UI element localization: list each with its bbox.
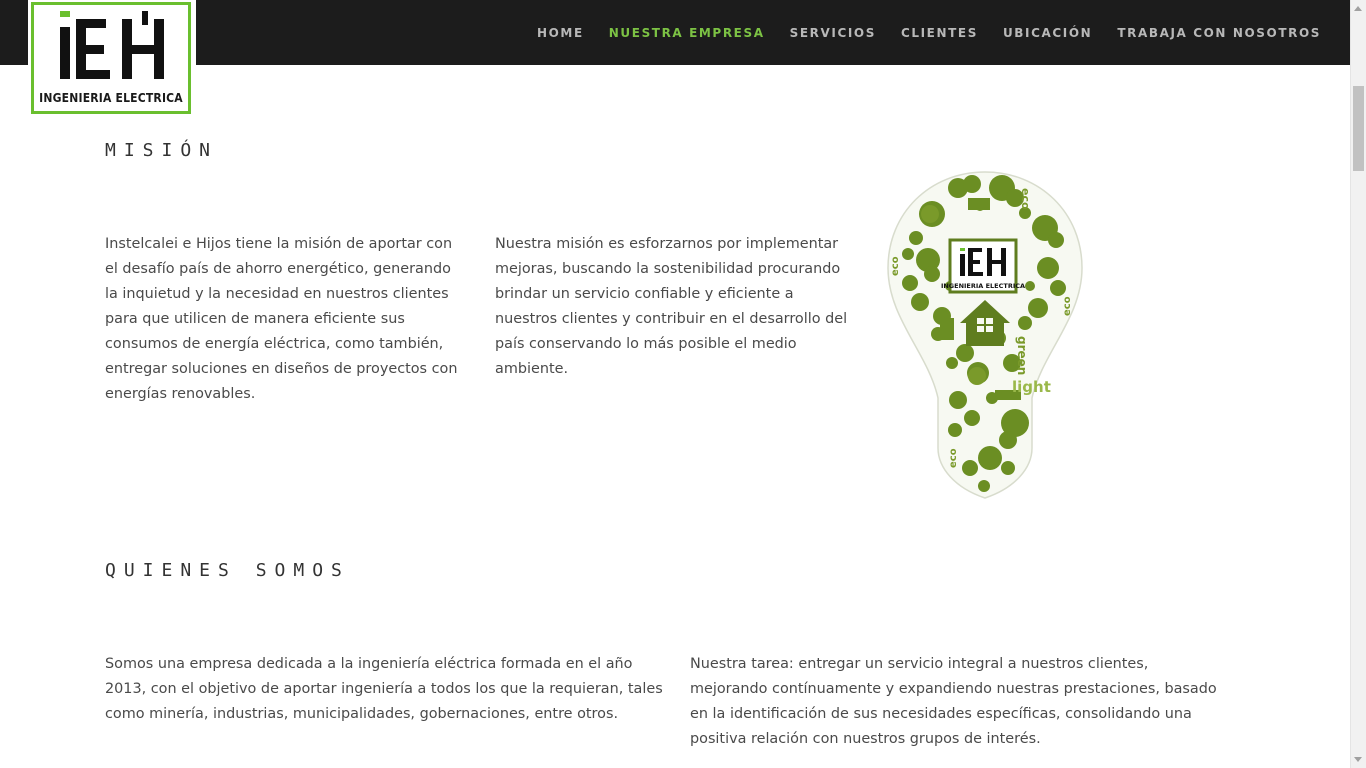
scroll-up-arrow-icon[interactable] [1354,6,1362,11]
logo-mark-icon [60,11,164,79]
scroll-down-arrow-icon[interactable] [1354,757,1362,762]
logo-subtitle: INGENIERIA ELECTRICA [39,91,183,105]
quienes-somos-title: QUIENES SOMOS [105,560,350,581]
nav-servicios[interactable]: SERVICIOS [790,26,876,40]
page-scrollbar[interactable] [1350,0,1366,768]
bulb-word-green: green [1015,336,1029,375]
site-logo[interactable]: INGENIERIA ELECTRICA [28,0,196,118]
mision-title: MISIÓN [105,140,219,161]
nav-clientes[interactable]: CLIENTES [901,26,978,40]
quienes-paragraph-1: Somos una empresa dedicada a la ingenier… [105,656,663,722]
bulb-word-eco-4: eco [948,448,959,468]
nav-nuestra-empresa[interactable]: NUESTRA EMPRESA [609,26,765,40]
nav-home[interactable]: HOME [537,26,584,40]
main-nav: HOME NUESTRA EMPRESA SERVICIOS CLIENTES … [512,0,1321,65]
eco-lightbulb-illustration: INGENIERIA ELECTRICA eco eco eco eco gre… [887,171,1083,499]
quienes-paragraph-2: Nuestra tarea: entregar un servicio inte… [690,656,1217,747]
bulb-word-eco-2: eco [890,256,901,276]
bulb-logo-subtitle: INGENIERIA ELECTRICA [941,282,1025,290]
bulb-word-eco-3: eco [1062,296,1073,316]
scrollbar-thumb[interactable] [1353,86,1364,171]
header-bar: HOME NUESTRA EMPRESA SERVICIOS CLIENTES … [0,0,1350,65]
nav-ubicacion[interactable]: UBICACIÓN [1003,26,1092,40]
bulb-word-light: light [1012,378,1051,396]
page: HOME NUESTRA EMPRESA SERVICIOS CLIENTES … [0,0,1366,768]
mision-paragraph-1: Instelcalei e Hijos tiene la misión de a… [105,236,458,402]
logo-frame: INGENIERIA ELECTRICA [31,2,191,114]
mision-paragraph-2: Nuestra misión es esforzarnos por implem… [495,236,848,377]
bulb-word-eco-1: eco [1019,188,1032,210]
nav-trabaja-con-nosotros[interactable]: TRABAJA CON NOSOTROS [1117,26,1321,40]
